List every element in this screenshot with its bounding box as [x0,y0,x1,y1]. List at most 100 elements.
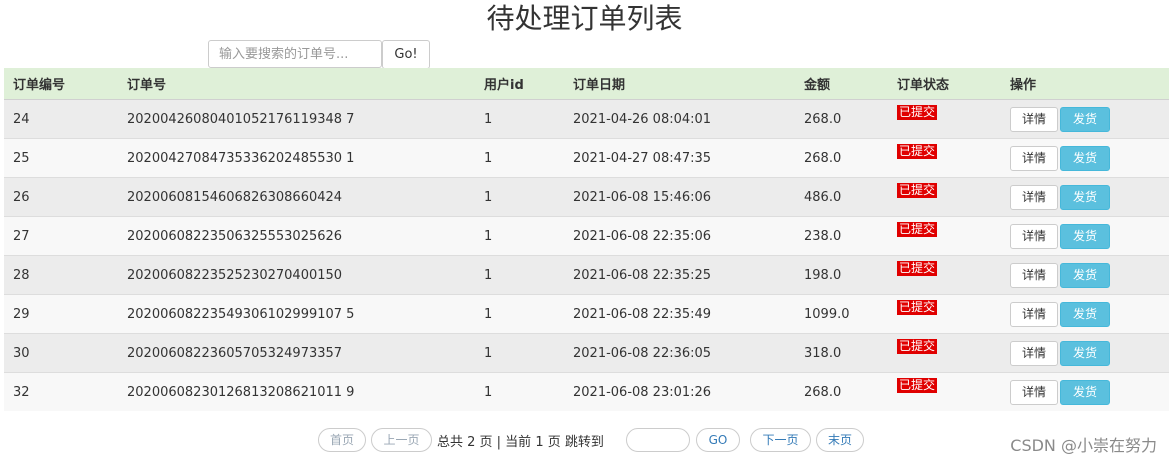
cell-amount: 268.0 [795,372,888,411]
cell-order-id: 25 [4,138,118,178]
orders-table: 订单编号 订单号 用户id 订单日期 金额 订单状态 操作 24 20200426… [4,68,1169,411]
cell-order-no: 20200608154606826308660424 [118,177,475,217]
detail-button[interactable]: 详情 [1010,145,1058,171]
ship-button[interactable]: 发货 [1060,301,1110,327]
table-row: 30 20200608223605705324973357 1 2021-06-08 … [4,333,1169,373]
ship-button[interactable]: 发货 [1060,379,1110,405]
header-user-id: 用户id [475,68,564,100]
search-go-button[interactable]: Go! [382,40,430,69]
cell-status: 已提交 [888,216,1001,256]
page-title: 待处理订单列表 [486,2,683,35]
header-actions: 操作 [1001,68,1169,100]
status-badge: 已提交 [897,143,938,159]
table-row: 25 20200427084735336202485530 1 1 2021-04-2… [4,138,1169,178]
next-page-button[interactable]: 下一页 [750,428,811,452]
cell-order-date: 2021-04-26 08:04:01 [564,99,795,139]
cell-user-id: 1 [475,216,564,256]
cell-status: 已提交 [888,177,1001,217]
table-row: 27 20200608223506325553025626 1 2021-06-08 … [4,216,1169,256]
cell-order-date: 2021-06-08 22:35:06 [564,216,795,256]
status-badge: 已提交 [897,377,938,393]
prev-page-button[interactable]: 上一页 [371,428,432,452]
cell-order-no: 20200608223506325553025626 [118,216,475,256]
detail-button[interactable]: 详情 [1010,379,1058,405]
table-row: 32 20200608230126813208621011 9 1 2021-06-0… [4,372,1169,411]
ship-button[interactable]: 发货 [1060,106,1110,132]
cell-amount: 268.0 [795,99,888,139]
cell-order-date: 2021-06-08 23:01:26 [564,372,795,411]
status-badge: 已提交 [897,260,938,276]
detail-button[interactable]: 详情 [1010,301,1058,327]
cell-actions: 详情 发货 [1001,138,1169,178]
cell-order-no: 20200427084735336202485530 1 [118,138,475,178]
cell-user-id: 1 [475,255,564,295]
cell-actions: 详情 发货 [1001,99,1169,139]
table-row: 24 20200426080401052176119348 7 1 2021-04-2… [4,99,1169,139]
last-page-button[interactable]: 末页 [816,428,864,452]
cell-order-date: 2021-04-27 08:47:35 [564,138,795,178]
detail-button[interactable]: 详情 [1010,106,1058,132]
status-badge: 已提交 [897,104,938,120]
detail-button[interactable]: 详情 [1010,184,1058,210]
cell-user-id: 1 [475,372,564,411]
header-order-id: 订单编号 [4,68,118,100]
cell-actions: 详情 发货 [1001,255,1169,295]
header-order-date: 订单日期 [564,68,795,100]
ship-button[interactable]: 发货 [1060,184,1110,210]
table-row: 26 20200608154606826308660424 1 2021-06-08 … [4,177,1169,217]
cell-status: 已提交 [888,294,1001,334]
cell-amount: 486.0 [795,177,888,217]
cell-user-id: 1 [475,333,564,373]
cell-order-id: 28 [4,255,118,295]
cell-order-id: 32 [4,372,118,411]
jump-go-button[interactable]: GO [696,428,740,452]
cell-status: 已提交 [888,138,1001,178]
pagination: 首页 上一页 总共 2 页 | 当前 1 页 跳转到 GO 下一页 末页 [0,428,1169,454]
cell-order-no: 20200608223549306102999107 5 [118,294,475,334]
detail-button[interactable]: 详情 [1010,340,1058,366]
pager-info: 总共 2 页 | 当前 1 页 跳转到 [437,435,604,450]
cell-amount: 238.0 [795,216,888,256]
cell-order-id: 24 [4,99,118,139]
cell-order-date: 2021-06-08 22:35:25 [564,255,795,295]
cell-actions: 详情 发货 [1001,372,1169,411]
cell-order-no: 20200426080401052176119348 7 [118,99,475,139]
cell-amount: 1099.0 [795,294,888,334]
header-order-no: 订单号 [118,68,475,100]
cell-order-id: 29 [4,294,118,334]
status-badge: 已提交 [897,221,938,237]
status-badge: 已提交 [897,338,938,354]
search-input[interactable] [208,40,382,68]
cell-amount: 268.0 [795,138,888,178]
cell-order-no: 20200608230126813208621011 9 [118,372,475,411]
cell-user-id: 1 [475,177,564,217]
detail-button[interactable]: 详情 [1010,262,1058,288]
cell-amount: 198.0 [795,255,888,295]
cell-amount: 318.0 [795,333,888,373]
watermark: CSDN @小崇在努力 [1010,436,1157,455]
cell-status: 已提交 [888,372,1001,411]
first-page-button[interactable]: 首页 [318,428,366,452]
ship-button[interactable]: 发货 [1060,262,1110,288]
cell-actions: 详情 发货 [1001,216,1169,256]
detail-button[interactable]: 详情 [1010,223,1058,249]
cell-order-no: 20200608223605705324973357 [118,333,475,373]
cell-actions: 详情 发货 [1001,333,1169,373]
cell-order-id: 27 [4,216,118,256]
cell-order-date: 2021-06-08 15:46:06 [564,177,795,217]
cell-actions: 详情 发货 [1001,177,1169,217]
header-amount: 金额 [795,68,888,100]
ship-button[interactable]: 发货 [1060,145,1110,171]
cell-order-id: 26 [4,177,118,217]
cell-order-date: 2021-06-08 22:36:05 [564,333,795,373]
cell-actions: 详情 发货 [1001,294,1169,334]
status-badge: 已提交 [897,299,938,315]
ship-button[interactable]: 发货 [1060,340,1110,366]
jump-page-input[interactable] [626,428,690,452]
cell-status: 已提交 [888,255,1001,295]
header-status: 订单状态 [888,68,1001,100]
cell-user-id: 1 [475,99,564,139]
cell-order-no: 20200608223525230270400150 [118,255,475,295]
ship-button[interactable]: 发货 [1060,223,1110,249]
cell-status: 已提交 [888,333,1001,373]
